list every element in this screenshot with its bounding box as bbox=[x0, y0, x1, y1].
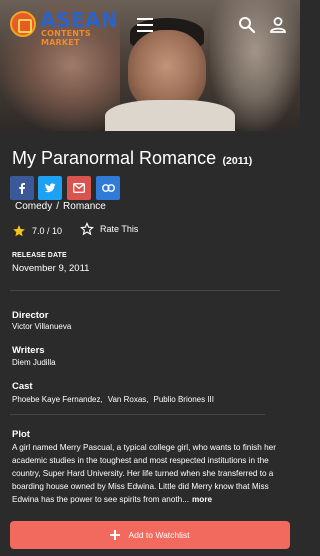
genre-list: Comedy / Romance bbox=[15, 201, 106, 212]
genre-link[interactable]: Comedy bbox=[15, 201, 52, 212]
cast-member[interactable]: Publio Briones III bbox=[154, 395, 214, 404]
more-link[interactable]: more bbox=[192, 495, 212, 504]
link-icon bbox=[101, 184, 115, 192]
top-bar: ASEAN CONTENTS MARKET bbox=[0, 0, 300, 52]
rating-value: 7.0 / 10 bbox=[32, 226, 63, 236]
mail-icon bbox=[73, 183, 85, 193]
cast-list: Phoebe Kaye Fernandez, Van Roxas, Publio… bbox=[12, 395, 219, 404]
release-date-label: RELEASE DATE bbox=[12, 252, 67, 259]
share-twitter-button[interactable] bbox=[38, 176, 62, 200]
plot-text: A girl named Merry Pascual, a typical co… bbox=[12, 441, 288, 506]
genre-link[interactable]: Romance bbox=[63, 201, 106, 212]
divider bbox=[10, 290, 280, 291]
add-to-watchlist-button[interactable]: Add to Watchlist bbox=[10, 521, 290, 549]
logo-mark-icon bbox=[10, 11, 36, 37]
cast-member[interactable]: Phoebe Kaye Fernandez, bbox=[12, 395, 103, 404]
search-icon[interactable] bbox=[238, 16, 256, 34]
director-value[interactable]: Victor Villanueva bbox=[12, 322, 71, 331]
writers-label: Writers bbox=[12, 345, 45, 356]
logo-subtitle: CONTENTS MARKET bbox=[41, 29, 91, 47]
cast-member[interactable]: Van Roxas, bbox=[108, 395, 149, 404]
movie-title-row: My Paranormal Romance (2011) bbox=[12, 148, 292, 169]
facebook-icon bbox=[19, 183, 25, 194]
site-logo[interactable]: ASEAN CONTENTS MARKET bbox=[10, 8, 124, 47]
movie-title: My Paranormal Romance bbox=[12, 148, 217, 168]
star-icon bbox=[13, 225, 25, 237]
rating: 7.0 / 10 bbox=[12, 222, 62, 240]
plot-label: Plot bbox=[12, 429, 30, 440]
director-label: Director bbox=[12, 310, 49, 321]
plot-body: A girl named Merry Pascual, a typical co… bbox=[12, 443, 276, 504]
rate-this-label: Rate This bbox=[100, 224, 139, 234]
release-date-value: November 9, 2011 bbox=[12, 263, 90, 274]
share-facebook-button[interactable] bbox=[10, 176, 34, 200]
genre-separator: / bbox=[56, 201, 60, 212]
share-email-button[interactable] bbox=[67, 176, 91, 200]
divider bbox=[10, 414, 265, 415]
cast-label: Cast bbox=[12, 381, 33, 392]
hero-figure-shirt bbox=[105, 100, 235, 131]
star-outline-icon bbox=[80, 222, 94, 236]
share-link-button[interactable] bbox=[96, 176, 120, 200]
add-to-watchlist-label: Add to Watchlist bbox=[128, 530, 190, 540]
plus-icon bbox=[110, 530, 121, 540]
hamburger-icon[interactable] bbox=[137, 18, 153, 32]
movie-year: (2011) bbox=[222, 155, 253, 167]
twitter-icon bbox=[44, 183, 56, 193]
writers-value[interactable]: Diem Judilla bbox=[12, 358, 56, 367]
person-icon[interactable] bbox=[269, 16, 287, 34]
rate-this-button[interactable]: Rate This bbox=[80, 222, 138, 236]
